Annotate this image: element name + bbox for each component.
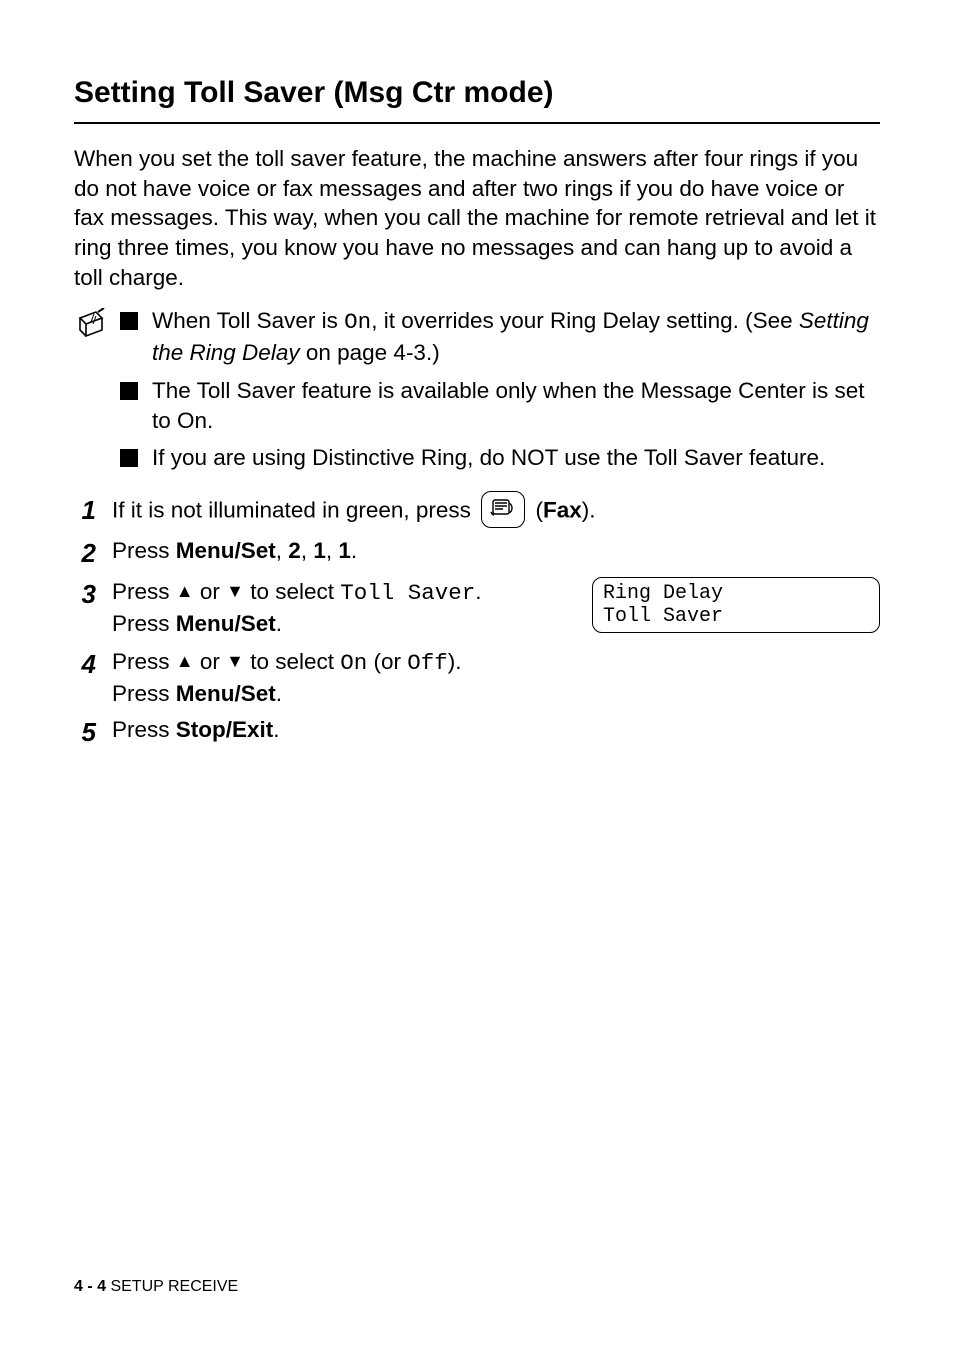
up-arrow-icon: ▲ [176, 651, 194, 671]
note-item: The Toll Saver feature is available only… [120, 376, 880, 435]
note-block: When Toll Saver is On, it overrides your… [74, 306, 880, 480]
step-body: If it is not illuminated in green, press… [112, 493, 880, 530]
note-list: When Toll Saver is On, it overrides your… [120, 306, 880, 480]
note-text: When Toll Saver is On, it overrides your… [152, 306, 880, 367]
note-text: The Toll Saver feature is available only… [152, 376, 880, 435]
step-body: Press Stop/Exit. [112, 715, 880, 745]
square-bullet-icon [120, 382, 138, 400]
step-4: 4 Press ▲ or ▼ to select On (or Off). Pr… [74, 647, 880, 709]
steps-list: 1 If it is not illuminated in green, pre… [74, 493, 880, 750]
manual-page: Setting Toll Saver (Msg Ctr mode) When y… [0, 0, 954, 1352]
intro-paragraph: When you set the toll saver feature, the… [74, 144, 880, 292]
step-number: 1 [74, 493, 96, 528]
title-rule [74, 122, 880, 124]
down-arrow-icon: ▼ [226, 651, 244, 671]
step-5: 5 Press Stop/Exit. [74, 715, 880, 750]
square-bullet-icon [120, 449, 138, 467]
footer-section: SETUP RECEIVE [106, 1278, 238, 1295]
step-number: 4 [74, 647, 96, 682]
note-item: If you are using Distinctive Ring, do NO… [120, 443, 880, 473]
step-text: If it is not illuminated in green, press [112, 498, 477, 523]
step-3: 3 Press ▲ or ▼ to select Toll Saver. Pre… [74, 577, 880, 641]
step-body: Press Menu/Set, 2, 1, 1. [112, 536, 880, 566]
step-number: 5 [74, 715, 96, 750]
note-item: When Toll Saver is On, it overrides your… [120, 306, 880, 367]
page-number: 4 - 4 [74, 1278, 106, 1295]
step-text: ). [582, 498, 596, 523]
page-footer: 4 - 4 SETUP RECEIVE [74, 1278, 238, 1296]
step-number: 2 [74, 536, 96, 571]
step-2: 2 Press Menu/Set, 2, 1, 1. [74, 536, 880, 571]
note-text: If you are using Distinctive Ring, do NO… [152, 443, 880, 473]
square-bullet-icon [120, 312, 138, 330]
step-text: ( [535, 498, 543, 523]
step-1: 1 If it is not illuminated in green, pre… [74, 493, 880, 530]
step-text: Fax [543, 498, 582, 523]
lcd-display: Ring Delay Toll Saver [592, 577, 880, 633]
up-arrow-icon: ▲ [176, 581, 194, 601]
fax-button-icon [481, 491, 525, 528]
section-title: Setting Toll Saver (Msg Ctr mode) [74, 76, 880, 110]
down-arrow-icon: ▼ [226, 581, 244, 601]
step-body: Press ▲ or ▼ to select On (or Off). Pres… [112, 647, 880, 709]
step-number: 3 [74, 577, 96, 612]
step-body: Press ▲ or ▼ to select Toll Saver. Press… [112, 577, 880, 639]
note-icon [74, 308, 108, 347]
